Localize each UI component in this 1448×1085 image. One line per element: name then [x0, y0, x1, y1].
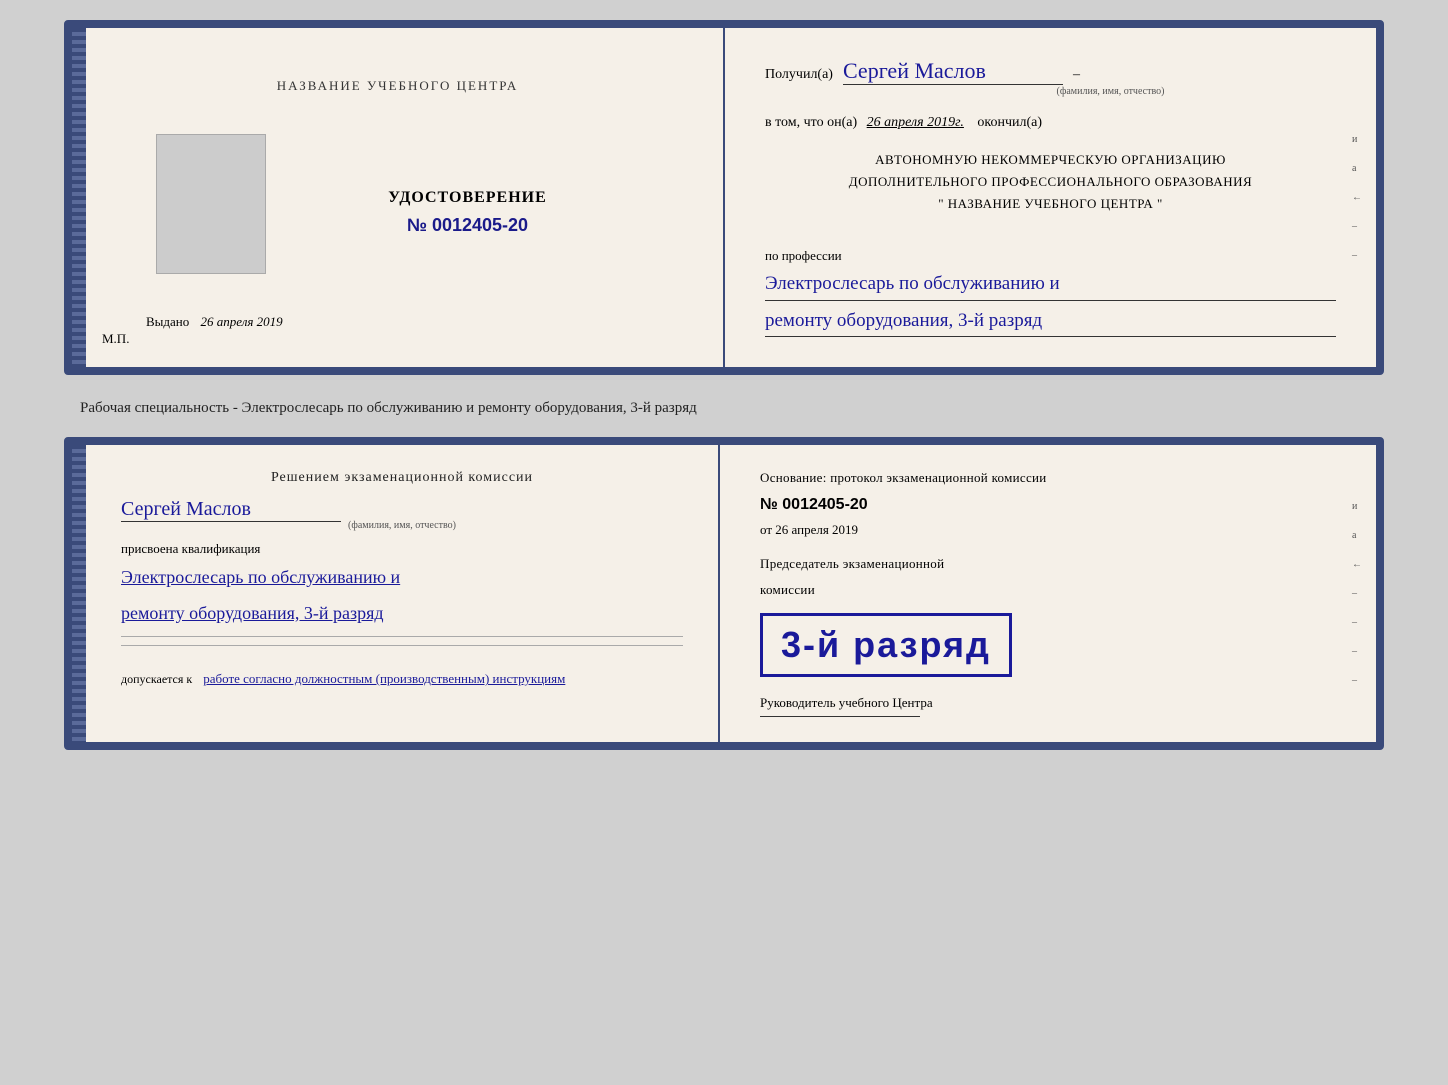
sep-line-2	[121, 645, 683, 646]
stamp-text: 3-й разряд	[781, 624, 991, 666]
qualification-line1: Электрослесарь по обслуживанию и	[121, 562, 683, 593]
received-label: Получил(а)	[765, 67, 833, 83]
in-that-label: в том, что он(а)	[765, 115, 857, 130]
issued-date: 26 апреля 2019	[201, 314, 283, 329]
profession-block: по профессии Электрослесарь по обслужива…	[765, 233, 1336, 337]
recipient-name: Сергей Маслов	[843, 58, 1063, 85]
certificate-card-2: Решением экзаменационной комиссии Сергей…	[64, 437, 1384, 750]
profession-line2: ремонту оборудования, 3-й разряд	[765, 306, 1336, 337]
card1-left-page: НАЗВАНИЕ УЧЕБНОГО ЦЕНТРА УДОСТОВЕРЕНИЕ №…	[72, 28, 725, 367]
mp-label: М.П.	[102, 331, 129, 347]
chairman-line1: Председатель экзаменационной	[760, 556, 1336, 572]
finished-label: окончил(а)	[977, 115, 1042, 130]
allowed-handwritten: работе согласно должностным (производств…	[203, 671, 565, 686]
deco-2: а	[1352, 163, 1362, 174]
deco2-4: –	[1352, 588, 1362, 599]
director-section: Руководитель учебного Центра	[760, 695, 1336, 717]
deco2-1: и	[1352, 501, 1362, 512]
protocol-number: № 0012405-20	[760, 496, 1336, 514]
sep-line-1	[121, 636, 683, 637]
chairman-line2: комиссии	[760, 582, 1336, 598]
card1-main-content: УДОСТОВЕРЕНИЕ № 0012405-20	[126, 109, 669, 274]
deco2-5: –	[1352, 617, 1362, 628]
name-handwritten-2: Сергей Маслов	[121, 498, 341, 522]
basis-text: Основание: протокол экзаменационной коми…	[760, 470, 1336, 486]
decision-title: Решением экзаменационной комиссии	[121, 470, 683, 486]
deco2-7: –	[1352, 675, 1362, 686]
caption-text: Рабочая специальность - Электрослесарь п…	[80, 400, 697, 417]
director-label: Руководитель учебного Центра	[760, 695, 1336, 711]
deco2-3: ←	[1352, 559, 1362, 570]
org-line1: АВТОНОМНУЮ НЕКОММЕРЧЕСКУЮ ОРГАНИЗАЦИЮ	[765, 149, 1336, 171]
org-line3: " НАЗВАНИЕ УЧЕБНОГО ЦЕНТРА "	[765, 193, 1336, 215]
assigned-text: присвоена квалификация	[121, 541, 683, 557]
photo-placeholder	[156, 134, 266, 274]
right-decorators: и а ← – –	[1352, 28, 1362, 367]
deco2-2: а	[1352, 530, 1362, 541]
name-subtitle-1: (фамилия, имя, отчество)	[885, 86, 1336, 97]
deco-1: и	[1352, 134, 1362, 145]
name-line-2: Сергей Маслов	[121, 498, 683, 522]
deco-4: –	[1352, 221, 1362, 232]
right-decorators-2: и а ← – – – –	[1352, 445, 1362, 742]
card2-right-col: Основание: протокол экзаменационной коми…	[720, 445, 1376, 742]
left-strip	[72, 28, 86, 367]
deco-3: ←	[1352, 192, 1362, 203]
date-from: от 26 апреля 2019	[760, 522, 1336, 538]
sign-line	[760, 716, 920, 717]
profession-line1: Электрослесарь по обслуживанию и	[765, 269, 1336, 300]
card1-right-page: Получил(а) Сергей Маслов – (фамилия, имя…	[725, 28, 1376, 367]
certificate-card-1: НАЗВАНИЕ УЧЕБНОГО ЦЕНТРА УДОСТОВЕРЕНИЕ №…	[64, 20, 1384, 375]
dash: –	[1073, 67, 1080, 83]
qualification-line2: ремонту оборудования, 3-й разряд	[121, 598, 683, 629]
issued-line: Выдано 26 апреля 2019	[146, 314, 283, 330]
allowed-label: допускается к	[121, 672, 192, 686]
org-line2: ДОПОЛНИТЕЛЬНОГО ПРОФЕССИОНАЛЬНОГО ОБРАЗО…	[765, 171, 1336, 193]
stamp: 3-й разряд	[760, 613, 1012, 677]
left-strip-2	[72, 445, 86, 742]
issued-label: Выдано	[146, 314, 189, 329]
org-block: АВТОНОМНУЮ НЕКОММЕРЧЕСКУЮ ОРГАНИЗАЦИЮ ДО…	[765, 149, 1336, 215]
received-section: Получил(а) Сергей Маслов –	[765, 58, 1336, 88]
in-that-section: в том, что он(а) 26 апреля 2019г. окончи…	[765, 115, 1336, 131]
profession-label: по профессии	[765, 248, 1336, 264]
allowed-section: допускается к работе согласно должностны…	[121, 671, 683, 687]
date-handwritten: 26 апреля 2019г.	[867, 115, 964, 130]
deco2-6: –	[1352, 646, 1362, 657]
deco-5: –	[1352, 250, 1362, 261]
chairman-section: Председатель экзаменационной комиссии 3-…	[760, 556, 1336, 677]
cert-number: № 0012405-20	[407, 215, 528, 236]
card1-top-title: НАЗВАНИЕ УЧЕБНОГО ЦЕНТРА	[277, 78, 518, 94]
card2-left-col: Решением экзаменационной комиссии Сергей…	[72, 445, 720, 742]
cert-title-label: УДОСТОВЕРЕНИЕ	[388, 189, 547, 207]
